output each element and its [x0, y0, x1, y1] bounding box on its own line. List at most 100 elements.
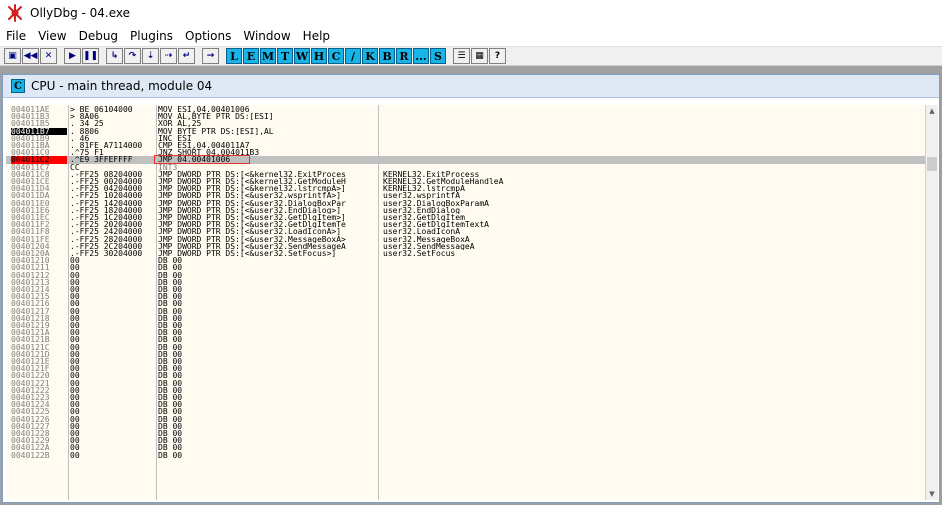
run-icon[interactable]: ▶	[64, 48, 81, 64]
disasm-row[interactable]: 004011CE .-FF25 00204000 JMP DWORD PTR DS:…	[6, 178, 927, 185]
disasm-row[interactable]: 0040121C 00 DB 00	[6, 344, 927, 351]
disasm-row[interactable]: 0040121B 00 DB 00	[6, 336, 927, 343]
disasm-row[interactable]: 00401229 00 DB 00	[6, 437, 927, 444]
disasm-row[interactable]: 004011BA . 81FE A7114000 CMP ESI,04.004011…	[6, 142, 927, 149]
disasm-row[interactable]: 00401226 00 DB 00	[6, 416, 927, 423]
open-icon[interactable]: ▣	[4, 48, 21, 64]
go-to-address-icon[interactable]: →	[202, 48, 219, 64]
disasm-hex: 00	[70, 422, 80, 430]
disasm-row[interactable]: 00401204 .-FF25 2C204000 JMP DWORD PTR DS:…	[6, 243, 927, 250]
disasm-row[interactable]: 0040121F 00 DB 00	[6, 365, 927, 372]
help-icon[interactable]: ?	[489, 48, 506, 64]
disasm-row[interactable]: 004011D4 .-FF25 04204000 JMP DWORD PTR DS:…	[6, 185, 927, 192]
close-icon[interactable]: ✕	[40, 48, 57, 64]
window-button-k[interactable]: K	[362, 48, 378, 64]
window-button-r[interactable]: R	[396, 48, 412, 64]
disasm-row[interactable]: 00401222 00 DB 00	[6, 387, 927, 394]
disasm-hex: 00	[70, 379, 80, 387]
disasm-row[interactable]: 004011C7 CC INT3	[6, 164, 927, 171]
disasm-row[interactable]: 00401220 00 DB 00	[6, 372, 927, 379]
disasm-row[interactable]: 00401213 00 DB 00	[6, 279, 927, 286]
window-button-c[interactable]: C	[328, 48, 344, 64]
disasm-row[interactable]: 0040122A 00 DB 00	[6, 444, 927, 451]
vertical-scrollbar[interactable]: ▲ ▼	[925, 105, 938, 500]
window-button-e[interactable]: E	[243, 48, 259, 64]
window-button-m[interactable]: M	[260, 48, 276, 64]
disasm-row[interactable]: 004011F8 .-FF25 24204000 JMP DWORD PTR DS:…	[6, 228, 927, 235]
window-button-b[interactable]: B	[379, 48, 395, 64]
window-button-s[interactable]: S	[430, 48, 446, 64]
menu-window[interactable]: Window	[237, 29, 296, 43]
disasm-row[interactable]: 004011DA .-FF25 10204000 JMP DWORD PTR DS:…	[6, 192, 927, 199]
disasm-dis: DB 00	[158, 329, 183, 337]
disasm-row[interactable]: 004011AE > BE 06104000 MOV ESI,04.00401006	[6, 106, 927, 113]
disasm-row[interactable]: 0040121E 00 DB 00	[6, 358, 927, 365]
pause-icon[interactable]: ❚❚	[82, 48, 99, 64]
disasm-row[interactable]: 00401210 00 DB 00	[6, 257, 927, 264]
step-over-icon[interactable]: ↷	[124, 48, 141, 64]
disasm-row[interactable]: 0040120A .-FF25 30204000 JMP DWORD PTR DS:…	[6, 250, 927, 257]
step-into-icon[interactable]: ↳	[106, 48, 123, 64]
disasm-row[interactable]: 004011F2 .-FF25 20204000 JMP DWORD PTR DS:…	[6, 221, 927, 228]
menu-view[interactable]: View	[32, 29, 72, 43]
disasm-row[interactable]: 004011FE .-FF25 28204000 JMP DWORD PTR DS:…	[6, 236, 927, 243]
menu-debug[interactable]: Debug	[73, 29, 124, 43]
list-icon[interactable]: ☰	[453, 48, 470, 64]
trace-over-icon[interactable]: ⇢	[160, 48, 177, 64]
trace-into-icon[interactable]: ⇣	[142, 48, 159, 64]
window-button-h[interactable]: H	[311, 48, 327, 64]
disasm-row[interactable]: 00401224 00 DB 00	[6, 401, 927, 408]
disasm-row[interactable]: 00401217 00 DB 00	[6, 308, 927, 315]
restart-icon[interactable]: ◀◀	[22, 48, 39, 64]
disasm-row[interactable]: 004011B3 > 8A06 MOV AL,BYTE PTR DS:[ESI]	[6, 113, 927, 120]
disasm-hex: 00	[70, 444, 80, 452]
disasm-row[interactable]: 004011C0 .^75 F1 JNZ SHORT 04.004011B3	[6, 149, 927, 156]
disasm-row[interactable]: 00401225 00 DB 00	[6, 408, 927, 415]
disasm-row[interactable]: 00401227 00 DB 00	[6, 423, 927, 430]
disasm-row[interactable]: 00401212 00 DB 00	[6, 272, 927, 279]
menu-plugins[interactable]: Plugins	[124, 29, 179, 43]
disasm-row[interactable]: 00401228 00 DB 00	[6, 430, 927, 437]
disasm-row[interactable]: 004011E0 .-FF25 14204000 JMP DWORD PTR DS:…	[6, 200, 927, 207]
disasm-hex: .-FF25 1C204000	[70, 214, 143, 222]
disasm-row[interactable]: 00401216 00 DB 00	[6, 300, 927, 307]
mdi-area: C CPU - main thread, module 04 004011AE >…	[0, 66, 942, 505]
disasm-addr: 004011F8	[11, 228, 50, 236]
window-button-run-trace[interactable]: ...	[413, 48, 429, 64]
disasm-row[interactable]: 00401219 00 DB 00	[6, 322, 927, 329]
window-button-l[interactable]: L	[226, 48, 242, 64]
disasm-row[interactable]: 004011E6 .-FF25 18204000 JMP DWORD PTR DS:…	[6, 207, 927, 214]
disasm-row[interactable]: 0040121D 00 DB 00	[6, 351, 927, 358]
disasm-row[interactable]: 004011B7. 8806 MOV BYTE PTR DS:[ESI],AL	[6, 127, 927, 135]
disasm-row[interactable]: 00401223 00 DB 00	[6, 394, 927, 401]
highlight-box	[154, 154, 250, 164]
window-button-w[interactable]: W	[294, 48, 310, 64]
disasm-hex: 00	[70, 437, 80, 445]
menu-options[interactable]: Options	[179, 29, 237, 43]
menu-file[interactable]: File	[0, 29, 32, 43]
disasm-row[interactable]: 00401215 00 DB 00	[6, 293, 927, 300]
disasm-row[interactable]: 004011C8 .-FF25 08204000 JMP DWORD PTR DS:…	[6, 171, 927, 178]
menu-help[interactable]: Help	[297, 29, 336, 43]
scroll-thumb[interactable]	[927, 157, 937, 171]
window-button-patches[interactable]: /	[345, 48, 361, 64]
disasm-row[interactable]: 00401214 00 DB 00	[6, 286, 927, 293]
disasm-addr: 00401221	[11, 379, 50, 387]
window-button-t[interactable]: T	[277, 48, 293, 64]
scroll-down-icon[interactable]: ▼	[926, 488, 938, 500]
disasm-row[interactable]: 004011B5 . 34 25 XOR AL,25	[6, 120, 927, 127]
execute-till-return-icon[interactable]: ↵	[178, 48, 195, 64]
disasm-row[interactable]: 00401218 00 DB 00	[6, 315, 927, 322]
disasm-row[interactable]: 0040121A 00 DB 00	[6, 329, 927, 336]
disassembly-pane[interactable]: 004011AE > BE 06104000 MOV ESI,04.00401006…	[6, 105, 927, 500]
disasm-row[interactable]: 004011B9 . 46 INC ESI	[6, 135, 927, 142]
disasm-row[interactable]: 00401211 00 DB 00	[6, 264, 927, 271]
disasm-row[interactable]: 0040122B 00 DB 00	[6, 452, 927, 459]
disasm-row[interactable]: 004011C2 .^E9 3FFEFFFF JMP 04.00401006	[6, 156, 927, 164]
disasm-row[interactable]: 00401221 00 DB 00	[6, 380, 927, 387]
grid-icon[interactable]: ▦	[471, 48, 488, 64]
disasm-row[interactable]: 004011EC .-FF25 1C204000 JMP DWORD PTR DS:…	[6, 214, 927, 221]
scroll-up-icon[interactable]: ▲	[926, 105, 938, 117]
disasm-addr: 004011C0	[11, 149, 50, 157]
cpu-window-titlebar[interactable]: C CPU - main thread, module 04	[3, 75, 939, 98]
